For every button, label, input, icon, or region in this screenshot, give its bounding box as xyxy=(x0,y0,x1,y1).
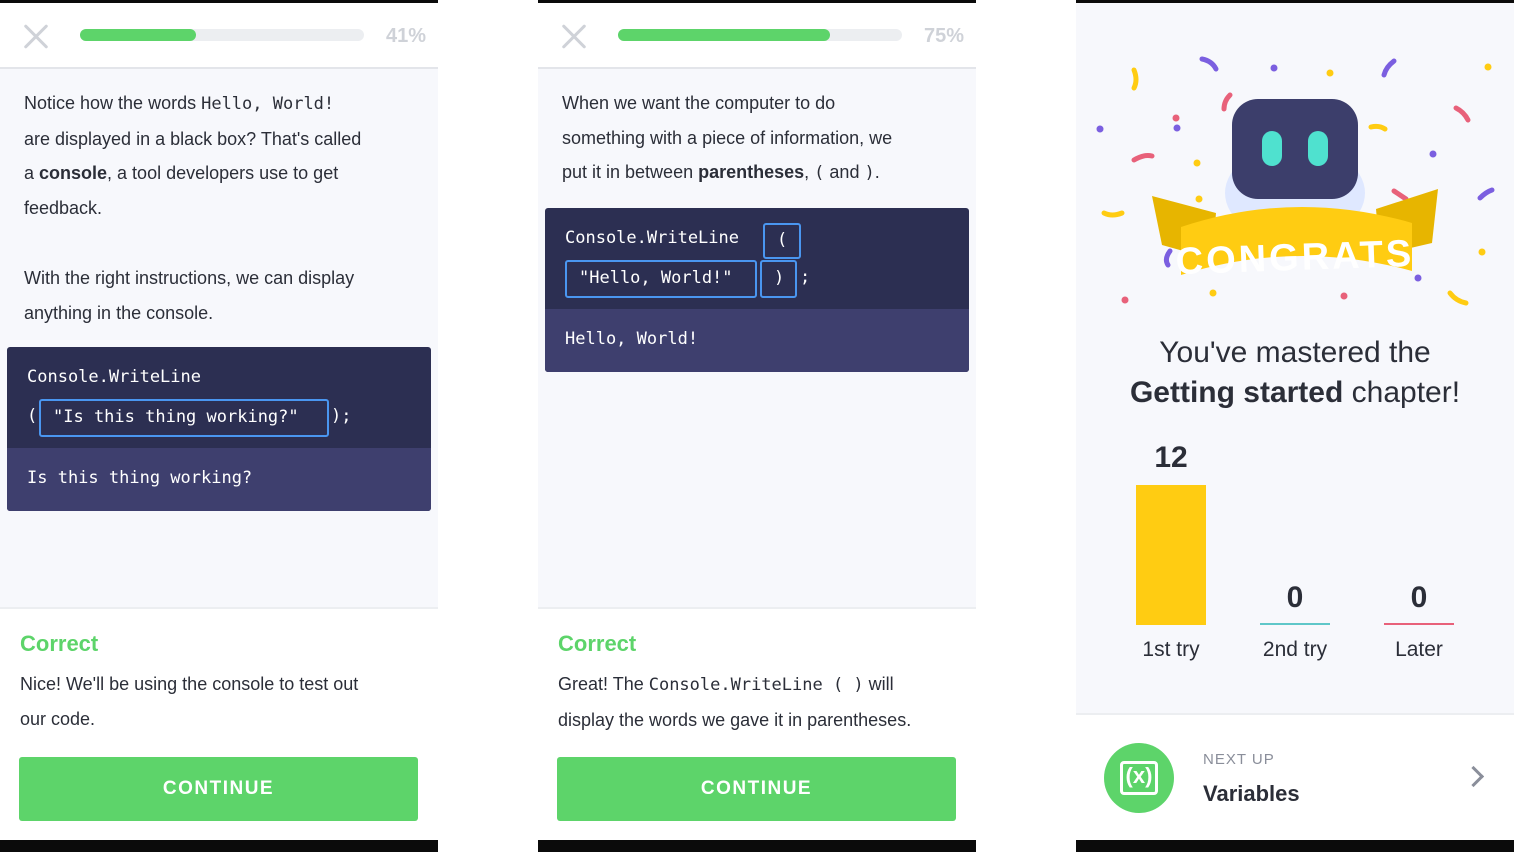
feedback-title: Correct xyxy=(558,631,637,656)
next-up-label: NEXT UP xyxy=(1203,751,1275,768)
headline-suffix: chapter! xyxy=(1343,376,1461,409)
code-token-string[interactable]: "Hello, World!" xyxy=(565,260,757,298)
console-output: Hello, World! xyxy=(545,309,969,372)
lesson-screen-1: 41% Notice how the words Hello, World! a… xyxy=(0,0,438,852)
console-output-text: Is this thing working? xyxy=(27,468,253,488)
paragraph-text: anything in the console. xyxy=(24,302,214,323)
congrats-area: CONGRATS You've mastered the Getting sta… xyxy=(1076,3,1514,713)
feedback-line: display the words we gave it in parenthe… xyxy=(558,709,912,730)
chapter-name-line: Getting started chapter! xyxy=(1076,376,1514,410)
paragraph-text: a xyxy=(24,163,40,183)
variables-icon-label: (x) xyxy=(1125,763,1153,788)
congrats-illustration xyxy=(1096,56,1495,306)
paragraph-text: and xyxy=(824,162,865,182)
code-string: "Is this thing working?" xyxy=(53,407,299,427)
feedback-panel: Correct Nice! We'll be using the console… xyxy=(0,607,438,842)
paragraph-text: feedback. xyxy=(24,197,103,218)
lesson-paragraph-1: Notice how the words Hello, World! are d… xyxy=(24,86,419,225)
lesson-content: When we want the computer to do somethin… xyxy=(538,69,976,607)
lesson-header: 41% xyxy=(0,3,438,69)
code-token-paren-close[interactable]: ) xyxy=(760,260,797,298)
lesson-paragraph-2: With the right instructions, we can disp… xyxy=(24,261,419,330)
inline-code: Hello, World! xyxy=(201,94,335,114)
inline-code: ( xyxy=(814,163,825,183)
paragraph-text: , a tool developers use to get xyxy=(107,163,339,183)
code-paren-close: ); xyxy=(331,406,352,426)
keyword-parentheses: parentheses xyxy=(698,162,805,182)
paragraph-text: are displayed in a black box? That's cal… xyxy=(24,128,362,149)
feedback-line: Nice! We'll be using the console to test… xyxy=(20,674,359,694)
progress-bar xyxy=(618,29,902,41)
code-function: Console.WriteLine xyxy=(565,228,739,248)
feedback-line: our code. xyxy=(20,708,96,729)
code-token-paren-open[interactable]: ( xyxy=(763,223,801,259)
feedback-text: Nice! We'll be using the console to test… xyxy=(20,667,420,736)
next-chapter-title: Variables xyxy=(1203,781,1300,806)
paragraph-text: something with a piece of information, w… xyxy=(562,127,893,148)
keyword-console: console xyxy=(39,163,108,183)
lesson-screen-2: 75% When we want the computer to do some… xyxy=(538,0,976,852)
stat-value: 0 xyxy=(1286,581,1304,614)
code-function: Console.WriteLine xyxy=(27,367,201,387)
stat-label: Later xyxy=(1395,638,1443,661)
inline-code: ) xyxy=(864,163,875,183)
lesson-content: Notice how the words Hello, World! are d… xyxy=(0,69,438,607)
progress-percent: 41% xyxy=(385,25,426,47)
code-semicolon: ; xyxy=(800,267,811,287)
feedback-title: Correct xyxy=(20,631,99,656)
paragraph-text: When we want the computer to do xyxy=(562,93,836,113)
stat-value: 0 xyxy=(1410,581,1428,614)
stat-label: 2nd try xyxy=(1262,638,1328,661)
stat-bar xyxy=(1136,485,1206,625)
code-paren-close: ) xyxy=(774,268,785,288)
console-output: Is this thing working? xyxy=(7,448,431,511)
stat-bar xyxy=(1260,623,1330,625)
code-paren-open: ( xyxy=(27,406,38,426)
stat-value: 12 xyxy=(1154,441,1188,474)
feedback-line: Great! The xyxy=(558,674,649,694)
bottom-edge xyxy=(0,840,438,852)
feedback-panel: Correct Great! The Console.WriteLine ( )… xyxy=(538,607,976,842)
inline-code: Console.WriteLine ( ) xyxy=(648,675,864,695)
chapter-name: Getting started xyxy=(1129,376,1344,409)
variables-icon: (x) xyxy=(1104,743,1174,813)
paragraph-text: Notice how the words xyxy=(24,93,202,113)
bottom-edge xyxy=(1076,840,1514,852)
congrats-banner-text: CONGRATS xyxy=(1175,232,1415,284)
code-paren-open: ( xyxy=(777,230,788,250)
code-token-string[interactable]: "Is this thing working?" xyxy=(39,399,329,437)
code-editor: Console.WriteLine ( "Is this thing worki… xyxy=(7,347,431,511)
code-editor: Console.WriteLine ( "Hello, World!" ) ; … xyxy=(545,208,969,372)
code-string: "Hello, World!" xyxy=(579,268,733,288)
chevron-right-icon[interactable] xyxy=(1462,765,1485,788)
feedback-line: will xyxy=(863,674,894,694)
paragraph-text: put it in between xyxy=(562,162,699,182)
close-icon[interactable] xyxy=(22,23,50,51)
progress-bar xyxy=(80,29,364,41)
continue-button[interactable]: CONTINUE xyxy=(557,757,956,821)
stat-label: 1st try xyxy=(1142,638,1200,661)
lesson-paragraph: When we want the computer to do somethin… xyxy=(562,86,957,191)
console-output-text: Hello, World! xyxy=(565,329,699,349)
paragraph-text: With the right instructions, we can disp… xyxy=(24,268,355,288)
close-icon[interactable] xyxy=(560,23,588,51)
paragraph-text: . xyxy=(874,162,880,182)
next-up-card[interactable]: (x) NEXT UP Variables xyxy=(1076,713,1514,842)
paragraph-text: , xyxy=(804,162,815,182)
continue-button[interactable]: CONTINUE xyxy=(19,757,418,821)
progress-percent: 75% xyxy=(923,25,964,47)
feedback-text: Great! The Console.WriteLine ( ) will di… xyxy=(558,667,958,737)
progress-bar-fill xyxy=(618,29,830,41)
progress-bar-fill xyxy=(80,29,196,41)
stat-bar xyxy=(1384,623,1454,625)
lesson-header: 75% xyxy=(538,3,976,69)
chapter-complete-screen: CONGRATS You've mastered the Getting sta… xyxy=(1076,0,1514,852)
mastered-headline: You've mastered the xyxy=(1159,336,1431,369)
bottom-edge xyxy=(538,840,976,852)
